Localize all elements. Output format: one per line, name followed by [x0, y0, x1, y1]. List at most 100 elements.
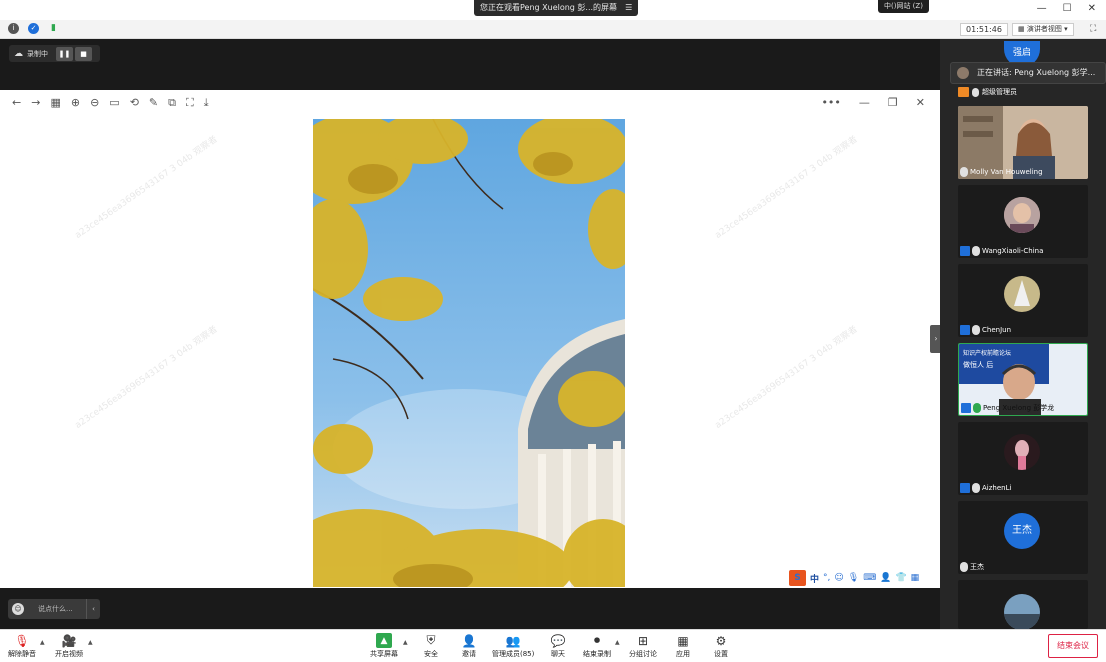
close-icon[interactable]: ✕: [1088, 3, 1096, 14]
meeting-toolbar: 🎙 解除静音 ▲ 🎥 开启视频 ▲ ▲ 共享屏幕 ▲ ⛨ 安全 👤 邀请 👥 管…: [0, 629, 1106, 662]
keyboard-icon[interactable]: ⌨: [863, 573, 876, 583]
mic-icon: [972, 483, 980, 493]
expand-icon[interactable]: ⛶: [186, 96, 194, 110]
participant-name: WangXiaoli-China: [982, 247, 1044, 255]
zoom-in-icon[interactable]: ⊕: [71, 96, 80, 110]
start-video-label: 开启视频: [55, 650, 83, 658]
participant-label: WangXiaoli-China: [960, 246, 1043, 256]
chat-label: 聊天: [551, 650, 565, 658]
maximize-icon[interactable]: ☐: [1063, 3, 1072, 14]
restore-icon[interactable]: ❐: [888, 96, 898, 109]
share-screen-button[interactable]: ▲ 共享屏幕: [370, 633, 398, 659]
download-icon[interactable]: ⤓: [204, 96, 209, 110]
title-bar: 您正在观看Peng Xuelong 彭...的屏幕 ☰ 中()网站 (Z) — …: [0, 0, 1106, 20]
slide-subtitle: 做恒人 后: [963, 361, 994, 369]
emoji-icon[interactable]: ☺: [834, 573, 843, 583]
participant-tile[interactable]: WangXiaoli-China: [958, 185, 1088, 258]
view-mode-dropdown[interactable]: ▦ 演讲者视图 ▾: [1012, 23, 1074, 36]
end-recording-button[interactable]: ⏺ 结束录制: [583, 633, 611, 659]
close-icon[interactable]: ✕: [916, 96, 925, 109]
apps-button[interactable]: ▦ 应用: [675, 633, 691, 659]
window-controls: — ☐ ✕: [1037, 3, 1096, 14]
participants-button[interactable]: 👥 管理成员(85): [492, 633, 534, 659]
participant-tile[interactable]: 王杰 王杰: [958, 501, 1088, 574]
user-icon[interactable]: 👤: [880, 573, 891, 583]
unmute-button[interactable]: 🎙 解除静音: [8, 633, 36, 659]
participant-tile[interactable]: Molly Van Houweling: [958, 106, 1088, 179]
admin-label: 超级管理员: [982, 88, 1017, 96]
chevron-up-icon[interactable]: ▲: [88, 639, 93, 646]
meeting-timer: 01:51:46: [960, 23, 1008, 36]
participant-tile[interactable]: ChenJun: [958, 264, 1088, 337]
copy-icon[interactable]: ⧉: [168, 96, 176, 110]
mini-window-pill[interactable]: 中()网站 (Z): [878, 0, 929, 13]
grid-icon[interactable]: ▦: [911, 573, 920, 583]
zoom-out-icon[interactable]: ⊖: [90, 96, 99, 110]
participant-label: Peng Xuelong 彭学龙: [961, 403, 1054, 413]
user-icon: [961, 403, 971, 413]
fit-icon[interactable]: ▭: [109, 96, 119, 110]
settings-label: 设置: [714, 650, 728, 658]
fullscreen-icon[interactable]: ⛶: [1090, 24, 1096, 34]
apps-icon: ▦: [677, 633, 689, 648]
shield-icon[interactable]: ✓: [28, 23, 39, 34]
share-banner[interactable]: 您正在观看Peng Xuelong 彭...的屏幕 ☰: [474, 0, 639, 16]
minimize-icon[interactable]: —: [859, 96, 870, 109]
security-label: 安全: [424, 650, 438, 658]
chat-button[interactable]: 💬 聊天: [550, 633, 566, 659]
viewer-window-controls: ••• — ❐ ✕: [821, 96, 925, 109]
chevron-up-icon[interactable]: ▲: [40, 639, 45, 646]
invite-button[interactable]: 👤 邀请: [461, 633, 477, 659]
avatar: 王杰: [1004, 513, 1040, 549]
stop-icon[interactable]: ■: [75, 46, 92, 61]
settings-button[interactable]: ⚙ 设置: [713, 633, 729, 659]
photo-illustration: [313, 119, 625, 587]
security-button[interactable]: ⛨ 安全: [423, 633, 439, 659]
info-icon[interactable]: i: [8, 23, 19, 34]
gear-icon: ⚙: [715, 633, 727, 648]
participant-tile[interactable]: [958, 580, 1088, 629]
participants-label: 管理成员(85): [492, 650, 535, 658]
breakout-icon: ⊞: [637, 633, 649, 648]
end-meeting-button[interactable]: 结束会议: [1048, 634, 1098, 658]
avatar: [1004, 434, 1040, 470]
shared-screen-stage: ☁ 录制中 ❚❚ ■ ← → ▦ ⊕ ⊖ ▭ ⟲ ✎ ⧉ ⛶ ⤓ ••• — ❐…: [0, 39, 940, 629]
recording-indicator: ☁ 录制中 ❚❚ ■: [9, 45, 100, 62]
user-icon: [960, 325, 970, 335]
start-video-button[interactable]: 🎥 开启视频: [55, 633, 83, 659]
emoji-icon[interactable]: ☺: [12, 603, 24, 615]
invite-label: 邀请: [462, 650, 476, 658]
chevron-left-icon[interactable]: ‹: [86, 599, 100, 619]
participant-tile-active-speaker[interactable]: 知识产权前瞻论坛 做恒人 后 Peng Xuelong 彭学龙: [958, 343, 1088, 416]
minimize-icon[interactable]: —: [1037, 3, 1047, 14]
more-icon[interactable]: •••: [821, 96, 840, 109]
mic-icon[interactable]: 🎙: [848, 573, 859, 583]
unmute-label: 解除静音: [8, 650, 36, 658]
chevron-up-icon[interactable]: ▲: [403, 639, 408, 646]
arrow-right-icon[interactable]: →: [31, 96, 40, 110]
chat-input-pill[interactable]: ☺ 说点什么... ‹: [8, 599, 100, 619]
signal-icon[interactable]: ▮: [48, 23, 59, 34]
participant-label: ChenJun: [960, 325, 1011, 335]
rotate-icon[interactable]: ⟲: [130, 96, 139, 110]
autumn-building-photo: [313, 119, 625, 587]
watermark: a23ce456ea3696543167 3 04b 观察者: [73, 134, 220, 241]
chevron-up-icon[interactable]: ▲: [615, 639, 620, 646]
skin-icon[interactable]: 👕: [895, 573, 906, 583]
participant-tile[interactable]: AizhenLi: [958, 422, 1088, 495]
admin-badge: 超级管理员: [958, 87, 1017, 97]
punctuation-icon[interactable]: °,: [823, 573, 830, 583]
breakout-button[interactable]: ⊞ 分组讨论: [629, 633, 657, 659]
meeting-status-bar: i ✓ ▮ 01:51:46 ▦ 演讲者视图 ▾ ⛶: [0, 20, 1106, 39]
ime-lang[interactable]: 中: [810, 572, 819, 585]
pause-icon[interactable]: ❚❚: [56, 46, 73, 61]
view-mode-label: 演讲者视图: [1026, 25, 1062, 33]
arrow-left-icon[interactable]: ←: [12, 96, 21, 110]
share-banner-text: 您正在观看Peng Xuelong 彭...的屏幕: [480, 3, 618, 12]
menu-icon[interactable]: ☰: [625, 0, 632, 16]
edit-icon[interactable]: ✎: [149, 96, 158, 110]
sogou-logo-icon[interactable]: S: [789, 570, 806, 586]
grid-icon[interactable]: ▦: [50, 96, 60, 110]
participant-gallery: 强启 Molly Van Houweling WangXiaoli-China: [940, 39, 1106, 629]
speaker-view-icon: ▦: [1018, 25, 1025, 33]
